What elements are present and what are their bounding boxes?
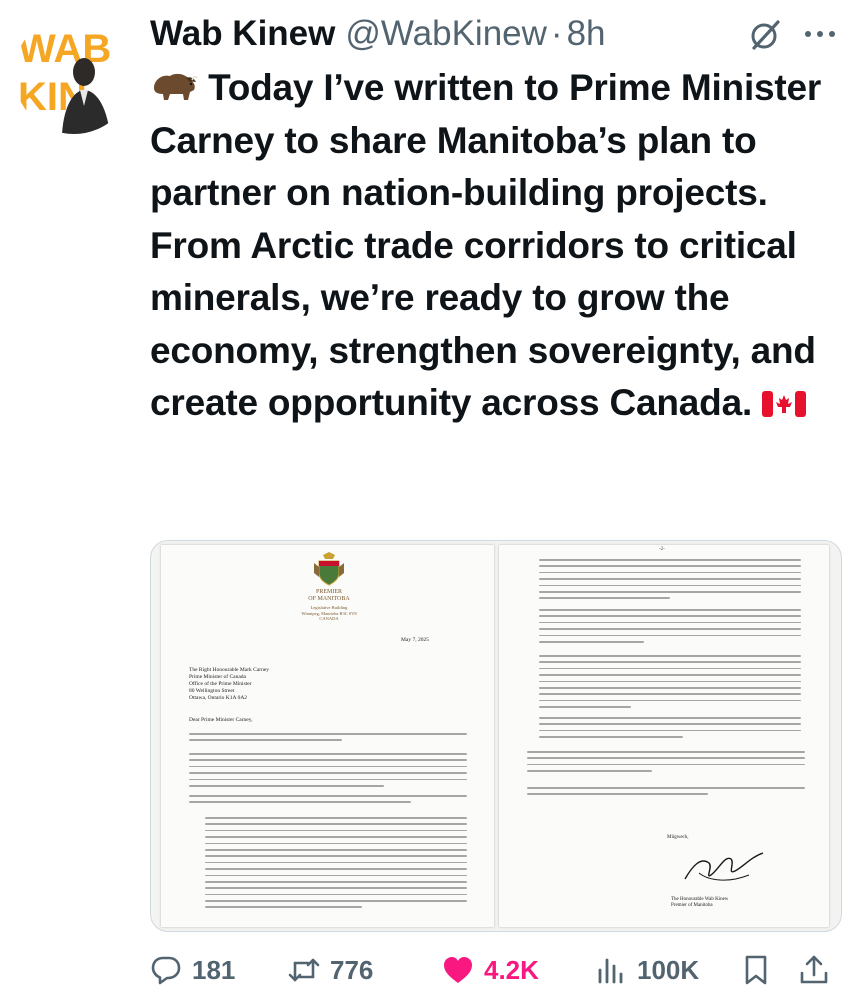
- separator-dot: ·: [550, 14, 563, 53]
- repost-count: 776: [330, 954, 374, 985]
- views-button[interactable]: 100K: [595, 948, 699, 992]
- letterhead-address: Legislative Building Winnipeg, Manitoba …: [271, 605, 387, 622]
- tweet-header: Wab Kinew @WabKinew · 8h: [150, 12, 606, 56]
- manitoba-crest-icon: [314, 552, 344, 586]
- repost-button[interactable]: 776: [288, 948, 373, 992]
- letter-signer-text: The Honourable Wab Kinew Premier of Mani…: [671, 897, 729, 908]
- letterhead-title: PREMIER OF MANITOBA: [271, 589, 387, 603]
- reply-count: 181: [192, 954, 236, 985]
- letter-list-item: [539, 559, 801, 604]
- timestamp[interactable]: 8h: [567, 14, 606, 54]
- letter-salutation: Dear Prime Minister Carney,: [189, 717, 253, 723]
- letter-list-item: [539, 717, 801, 743]
- heart-icon: [444, 957, 472, 983]
- tweet-body: Today I’ve written to Prime Minister Car…: [150, 62, 840, 430]
- letterhead-title-text: PREMIER OF MANITOBA: [308, 589, 350, 602]
- reply-icon: [151, 956, 181, 985]
- repost-icon: [288, 958, 320, 982]
- like-count: 4.2K: [484, 954, 539, 985]
- svg-text:WAB: WAB: [18, 27, 111, 71]
- tweet-text: Today I’ve written to Prime Minister Car…: [150, 67, 822, 423]
- letter-date: May 7, 2025: [401, 637, 429, 643]
- reply-button[interactable]: 181: [150, 948, 235, 992]
- more-options-icon[interactable]: [800, 22, 840, 46]
- attached-letter-image[interactable]: PREMIER OF MANITOBA Legislative Building…: [150, 540, 842, 932]
- views-count: 100K: [637, 954, 700, 985]
- avatar-image: WAB KIN: [14, 14, 134, 134]
- like-button[interactable]: 4.2K: [442, 948, 539, 992]
- letter-paragraph: [527, 751, 805, 777]
- bison-emoji-icon: [154, 73, 198, 100]
- views-icon: [598, 958, 623, 984]
- share-icon: [800, 955, 828, 984]
- grok-icon[interactable]: [748, 18, 782, 52]
- letter-page-1: PREMIER OF MANITOBA Legislative Building…: [161, 545, 494, 927]
- letter-paragraph: [189, 733, 467, 746]
- letter-paragraph: [189, 753, 467, 791]
- letter-closing: Miigwech,: [667, 835, 689, 840]
- letterhead-address-text: Legislative Building Winnipeg, Manitoba …: [301, 605, 357, 622]
- letter-signer: The Honourable Wab Kinew Premier of Mani…: [671, 897, 728, 909]
- page-number: -2-: [659, 547, 665, 552]
- signature-icon: [684, 852, 764, 881]
- letter-recipient-text: The Right Honourable Mark Carney Prime M…: [189, 667, 270, 701]
- bookmark-icon: [745, 955, 767, 985]
- letter-paragraph: [527, 787, 805, 800]
- action-bar: 181 776 4.2K 100K: [150, 948, 840, 992]
- bookmark-button[interactable]: [740, 948, 772, 992]
- letter-list-item: [539, 609, 801, 647]
- author-handle[interactable]: @WabKinew: [345, 14, 547, 54]
- canada-flag-icon: [762, 391, 807, 417]
- letter-paragraph: [189, 795, 467, 808]
- letter-recipient: The Right Honourable Mark Carney Prime M…: [189, 667, 269, 702]
- letter-list-item: [539, 655, 801, 713]
- letter-list-item: [205, 817, 467, 913]
- author-name[interactable]: Wab Kinew: [150, 14, 335, 54]
- avatar[interactable]: WAB KIN: [14, 14, 134, 134]
- share-button[interactable]: [798, 948, 830, 992]
- letter-page-2: -2- Miigwech, The Honourable Wab Kinew P…: [499, 545, 829, 927]
